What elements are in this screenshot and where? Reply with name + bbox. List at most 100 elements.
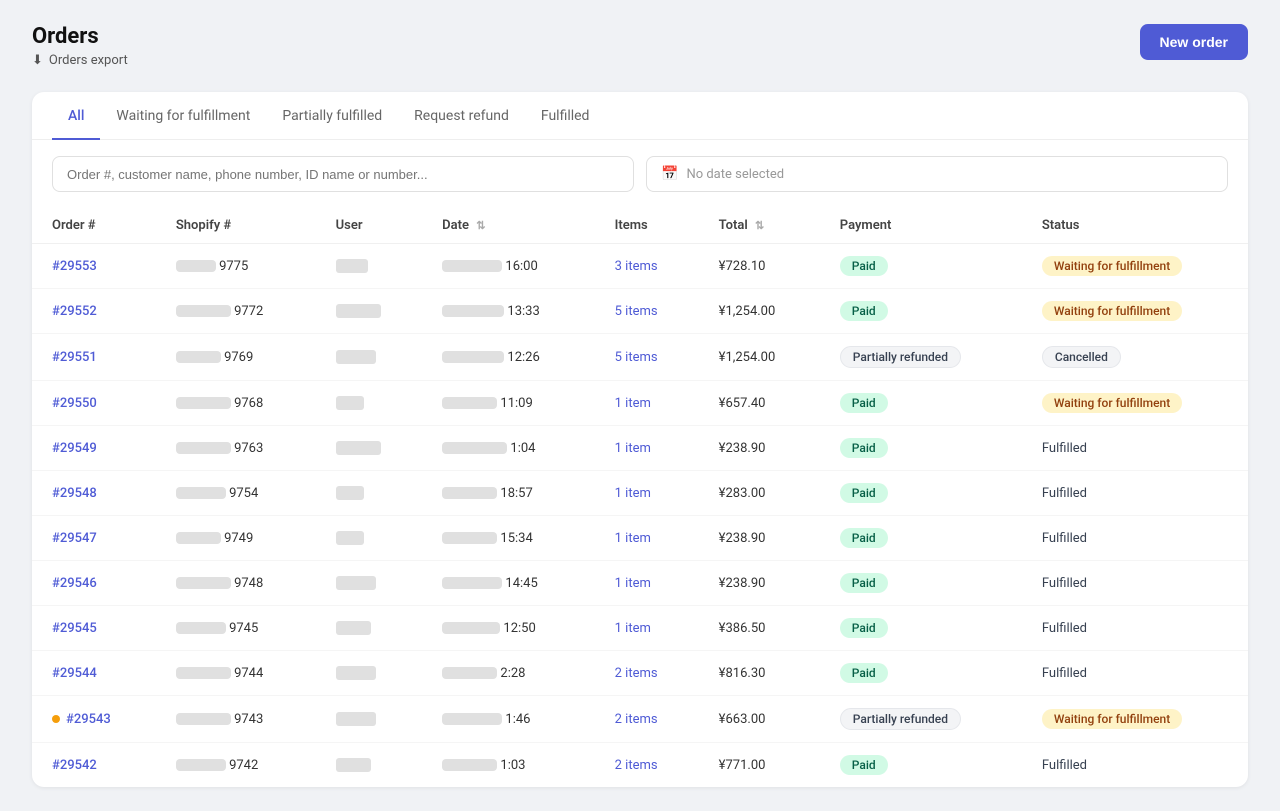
items-cell: 5 items [595, 334, 699, 381]
items-link[interactable]: 1 item [615, 531, 651, 546]
order-link[interactable]: #29552 [52, 304, 97, 319]
order-link[interactable]: #29542 [52, 758, 97, 773]
blurred-date [442, 305, 504, 317]
order-link[interactable]: #29550 [52, 396, 97, 411]
items-link[interactable]: 5 items [615, 350, 658, 365]
blurred-user [336, 259, 368, 273]
user-cell [316, 743, 423, 788]
col-total[interactable]: Total ⇅ [699, 208, 820, 244]
blurred-shopify-prefix [176, 532, 221, 544]
date-picker[interactable]: 📅 No date selected [646, 156, 1228, 192]
blurred-shopify-prefix [176, 667, 231, 679]
order-link[interactable]: #29544 [52, 666, 97, 681]
payment-badge: Paid [840, 301, 888, 321]
user-cell [316, 561, 423, 606]
user-cell [316, 696, 423, 743]
order-link[interactable]: #29545 [52, 621, 97, 636]
payment-cell: Paid [820, 651, 1022, 696]
blurred-user [336, 666, 376, 680]
total-cell: ¥1,254.00 [699, 334, 820, 381]
items-link[interactable]: 1 item [615, 486, 651, 501]
date-cell: 2:28 [422, 651, 595, 696]
order-link[interactable]: #29548 [52, 486, 97, 501]
search-input[interactable] [52, 156, 634, 192]
items-link[interactable]: 1 item [615, 621, 651, 636]
date-cell: 13:33 [422, 289, 595, 334]
total-cell: ¥1,254.00 [699, 289, 820, 334]
blurred-user [336, 621, 371, 635]
items-link[interactable]: 2 items [615, 758, 658, 773]
tab-waiting[interactable]: Waiting for fulfillment [100, 92, 266, 140]
blurred-user [336, 531, 364, 545]
items-link[interactable]: 2 items [615, 666, 658, 681]
status-badge: Fulfilled [1042, 666, 1087, 681]
items-link[interactable]: 5 items [615, 304, 658, 319]
total-cell: ¥238.90 [699, 426, 820, 471]
date-cell: 15:34 [422, 516, 595, 561]
user-cell [316, 471, 423, 516]
col-status: Status [1022, 208, 1248, 244]
payment-badge: Paid [840, 573, 888, 593]
tab-refund[interactable]: Request refund [398, 92, 525, 140]
blurred-date [442, 351, 504, 363]
payment-cell: Paid [820, 561, 1022, 606]
status-badge: Fulfilled [1042, 486, 1087, 501]
blurred-date [442, 667, 497, 679]
blurred-shopify-prefix [176, 622, 226, 634]
status-cell: Waiting for fulfillment [1022, 244, 1248, 289]
status-cell: Fulfilled [1022, 651, 1248, 696]
user-cell [316, 334, 423, 381]
blurred-shopify-prefix [176, 487, 226, 499]
shopify-num-cell: 9772 [156, 289, 316, 334]
date-cell: 1:04 [422, 426, 595, 471]
items-cell: 2 items [595, 696, 699, 743]
order-link[interactable]: #29543 [52, 712, 136, 727]
blurred-date [442, 260, 502, 272]
items-link[interactable]: 1 item [615, 576, 651, 591]
payment-cell: Paid [820, 244, 1022, 289]
payment-cell: Paid [820, 289, 1022, 334]
tab-partial[interactable]: Partially fulfilled [266, 92, 398, 140]
order-link[interactable]: #29547 [52, 531, 97, 546]
date-cell: 1:46 [422, 696, 595, 743]
tab-fulfilled[interactable]: Fulfilled [525, 92, 606, 140]
order-link[interactable]: #29546 [52, 576, 97, 591]
items-cell: 5 items [595, 289, 699, 334]
blurred-user [336, 350, 376, 364]
blurred-user [336, 396, 364, 410]
blurred-date [442, 713, 502, 725]
payment-badge: Paid [840, 438, 888, 458]
payment-badge: Partially refunded [840, 346, 961, 368]
blurred-shopify-prefix [176, 351, 221, 363]
blurred-user [336, 486, 364, 500]
status-cell: Fulfilled [1022, 516, 1248, 561]
total-cell: ¥663.00 [699, 696, 820, 743]
items-link[interactable]: 1 item [615, 441, 651, 456]
shopify-num-cell: 9769 [156, 334, 316, 381]
orders-export-link[interactable]: ⬇ Orders export [32, 53, 128, 68]
date-cell: 12:50 [422, 606, 595, 651]
user-cell [316, 381, 423, 426]
order-link[interactable]: #29549 [52, 441, 97, 456]
tab-all[interactable]: All [52, 92, 100, 140]
items-link[interactable]: 2 items [615, 712, 658, 727]
items-cell: 3 items [595, 244, 699, 289]
user-cell [316, 289, 423, 334]
tabs-container: All Waiting for fulfillment Partially fu… [32, 92, 1248, 140]
blurred-user [336, 712, 376, 726]
blurred-user [336, 758, 371, 772]
items-link[interactable]: 3 items [615, 259, 658, 274]
order-link[interactable]: #29551 [52, 350, 97, 365]
page-title: Orders [32, 24, 128, 49]
table-row: #29552 9772 13:335 items¥1,254.00PaidWai… [32, 289, 1248, 334]
new-order-button[interactable]: New order [1140, 24, 1248, 60]
status-cell: Fulfilled [1022, 426, 1248, 471]
blurred-user [336, 304, 381, 318]
order-link[interactable]: #29553 [52, 259, 97, 274]
col-order-num: Order # [32, 208, 156, 244]
payment-badge: Partially refunded [840, 708, 961, 730]
items-link[interactable]: 1 item [615, 396, 651, 411]
payment-cell: Paid [820, 381, 1022, 426]
blurred-date [442, 759, 497, 771]
col-date[interactable]: Date ⇅ [422, 208, 595, 244]
